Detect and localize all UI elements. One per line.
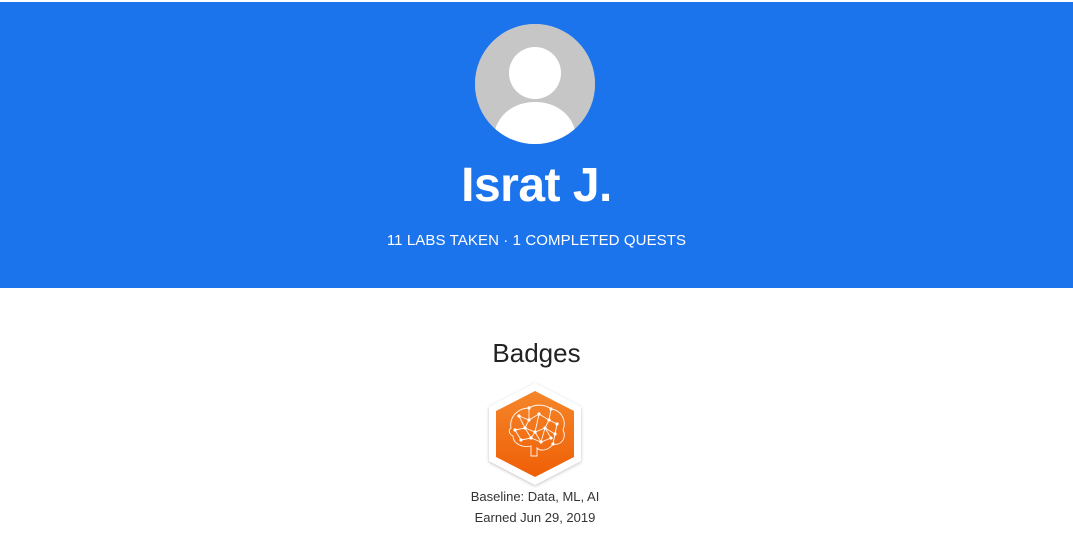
default-avatar-icon <box>475 24 595 144</box>
badge-name: Baseline: Data, ML, AI <box>470 489 600 504</box>
profile-stats: 11 LABS TAKEN · 1 COMPLETED QUESTS <box>386 232 687 249</box>
badge-card[interactable]: Baseline: Data, ML, AI Earned Jun 29, 20… <box>467 380 607 530</box>
brain-network-icon[interactable] <box>483 380 587 488</box>
profile-page: Israt J. 11 LABS TAKEN · 1 COMPLETED QUE… <box>0 0 1073 538</box>
avatar <box>475 24 595 144</box>
profile-header: Israt J. 11 LABS TAKEN · 1 COMPLETED QUE… <box>0 2 1073 288</box>
badge-earned-date: Earned Jun 29, 2019 <box>474 510 596 525</box>
user-name: Israt J. <box>461 159 612 212</box>
badges-heading: Badges <box>492 338 581 368</box>
